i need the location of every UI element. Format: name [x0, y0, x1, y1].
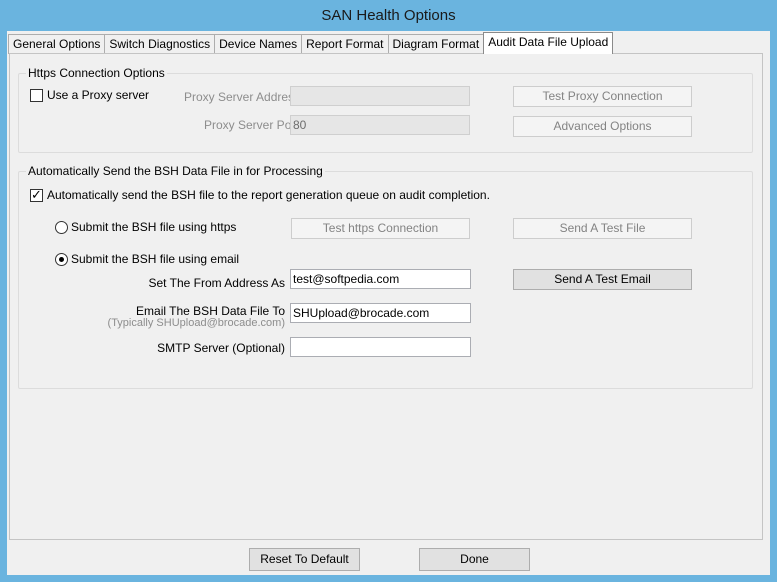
- use-proxy-label: Use a Proxy server: [47, 88, 150, 102]
- tab-diagram-format[interactable]: Diagram Format: [387, 34, 485, 54]
- advanced-options-button[interactable]: Advanced Options: [513, 116, 692, 137]
- window-title: SAN Health Options: [321, 7, 456, 24]
- https-radio[interactable]: [55, 221, 68, 234]
- send-test-file-button[interactable]: Send A Test File: [513, 218, 692, 239]
- tab-report-format[interactable]: Report Format: [301, 34, 389, 54]
- email-radio-label: Submit the BSH file using email: [71, 252, 240, 266]
- email-to-hint: (Typically SHUpload@brocade.com): [107, 317, 285, 329]
- smtp-server-label: SMTP Server (Optional): [157, 341, 285, 355]
- tab-switch-diagnostics[interactable]: Switch Diagnostics: [104, 34, 216, 54]
- reset-to-default-button[interactable]: Reset To Default: [249, 548, 360, 571]
- app-window: SAN Health Options General Options Switc…: [0, 0, 777, 582]
- https-options-group: Https Connection Options: [18, 66, 753, 153]
- email-to-input[interactable]: SHUpload@brocade.com: [290, 303, 471, 323]
- send-test-email-button[interactable]: Send A Test Email: [513, 269, 692, 290]
- from-address-label: Set The From Address As: [148, 276, 285, 290]
- tab-device-names[interactable]: Device Names: [214, 34, 303, 54]
- checkmark-icon: ✓: [31, 187, 42, 202]
- proxy-address-label: Proxy Server Address: [184, 90, 301, 104]
- proxy-port-label: Proxy Server Port: [204, 118, 299, 132]
- auto-send-label: Automatically send the BSH file to the r…: [47, 188, 490, 202]
- https-group-title: Https Connection Options: [26, 66, 167, 80]
- done-button[interactable]: Done: [419, 548, 530, 571]
- radio-dot-icon: [59, 257, 64, 262]
- proxy-port-input[interactable]: 80: [290, 115, 470, 135]
- email-radio[interactable]: [55, 253, 68, 266]
- tab-audit-data-file-upload[interactable]: Audit Data File Upload: [483, 32, 614, 54]
- auto-send-checkbox[interactable]: ✓: [30, 187, 43, 202]
- tab-strip: General Options Switch Diagnostics Devic…: [8, 32, 614, 54]
- from-address-input[interactable]: test@softpedia.com: [290, 269, 471, 289]
- smtp-server-input[interactable]: [290, 337, 471, 357]
- https-radio-label: Submit the BSH file using https: [71, 220, 237, 234]
- auto-send-group-title: Automatically Send the BSH Data File in …: [26, 164, 325, 178]
- test-https-button[interactable]: Test https Connection: [291, 218, 470, 239]
- use-proxy-checkbox[interactable]: [30, 89, 43, 102]
- tab-general-options[interactable]: General Options: [8, 34, 106, 54]
- proxy-address-input[interactable]: [290, 86, 470, 106]
- test-proxy-button[interactable]: Test Proxy Connection: [513, 86, 692, 107]
